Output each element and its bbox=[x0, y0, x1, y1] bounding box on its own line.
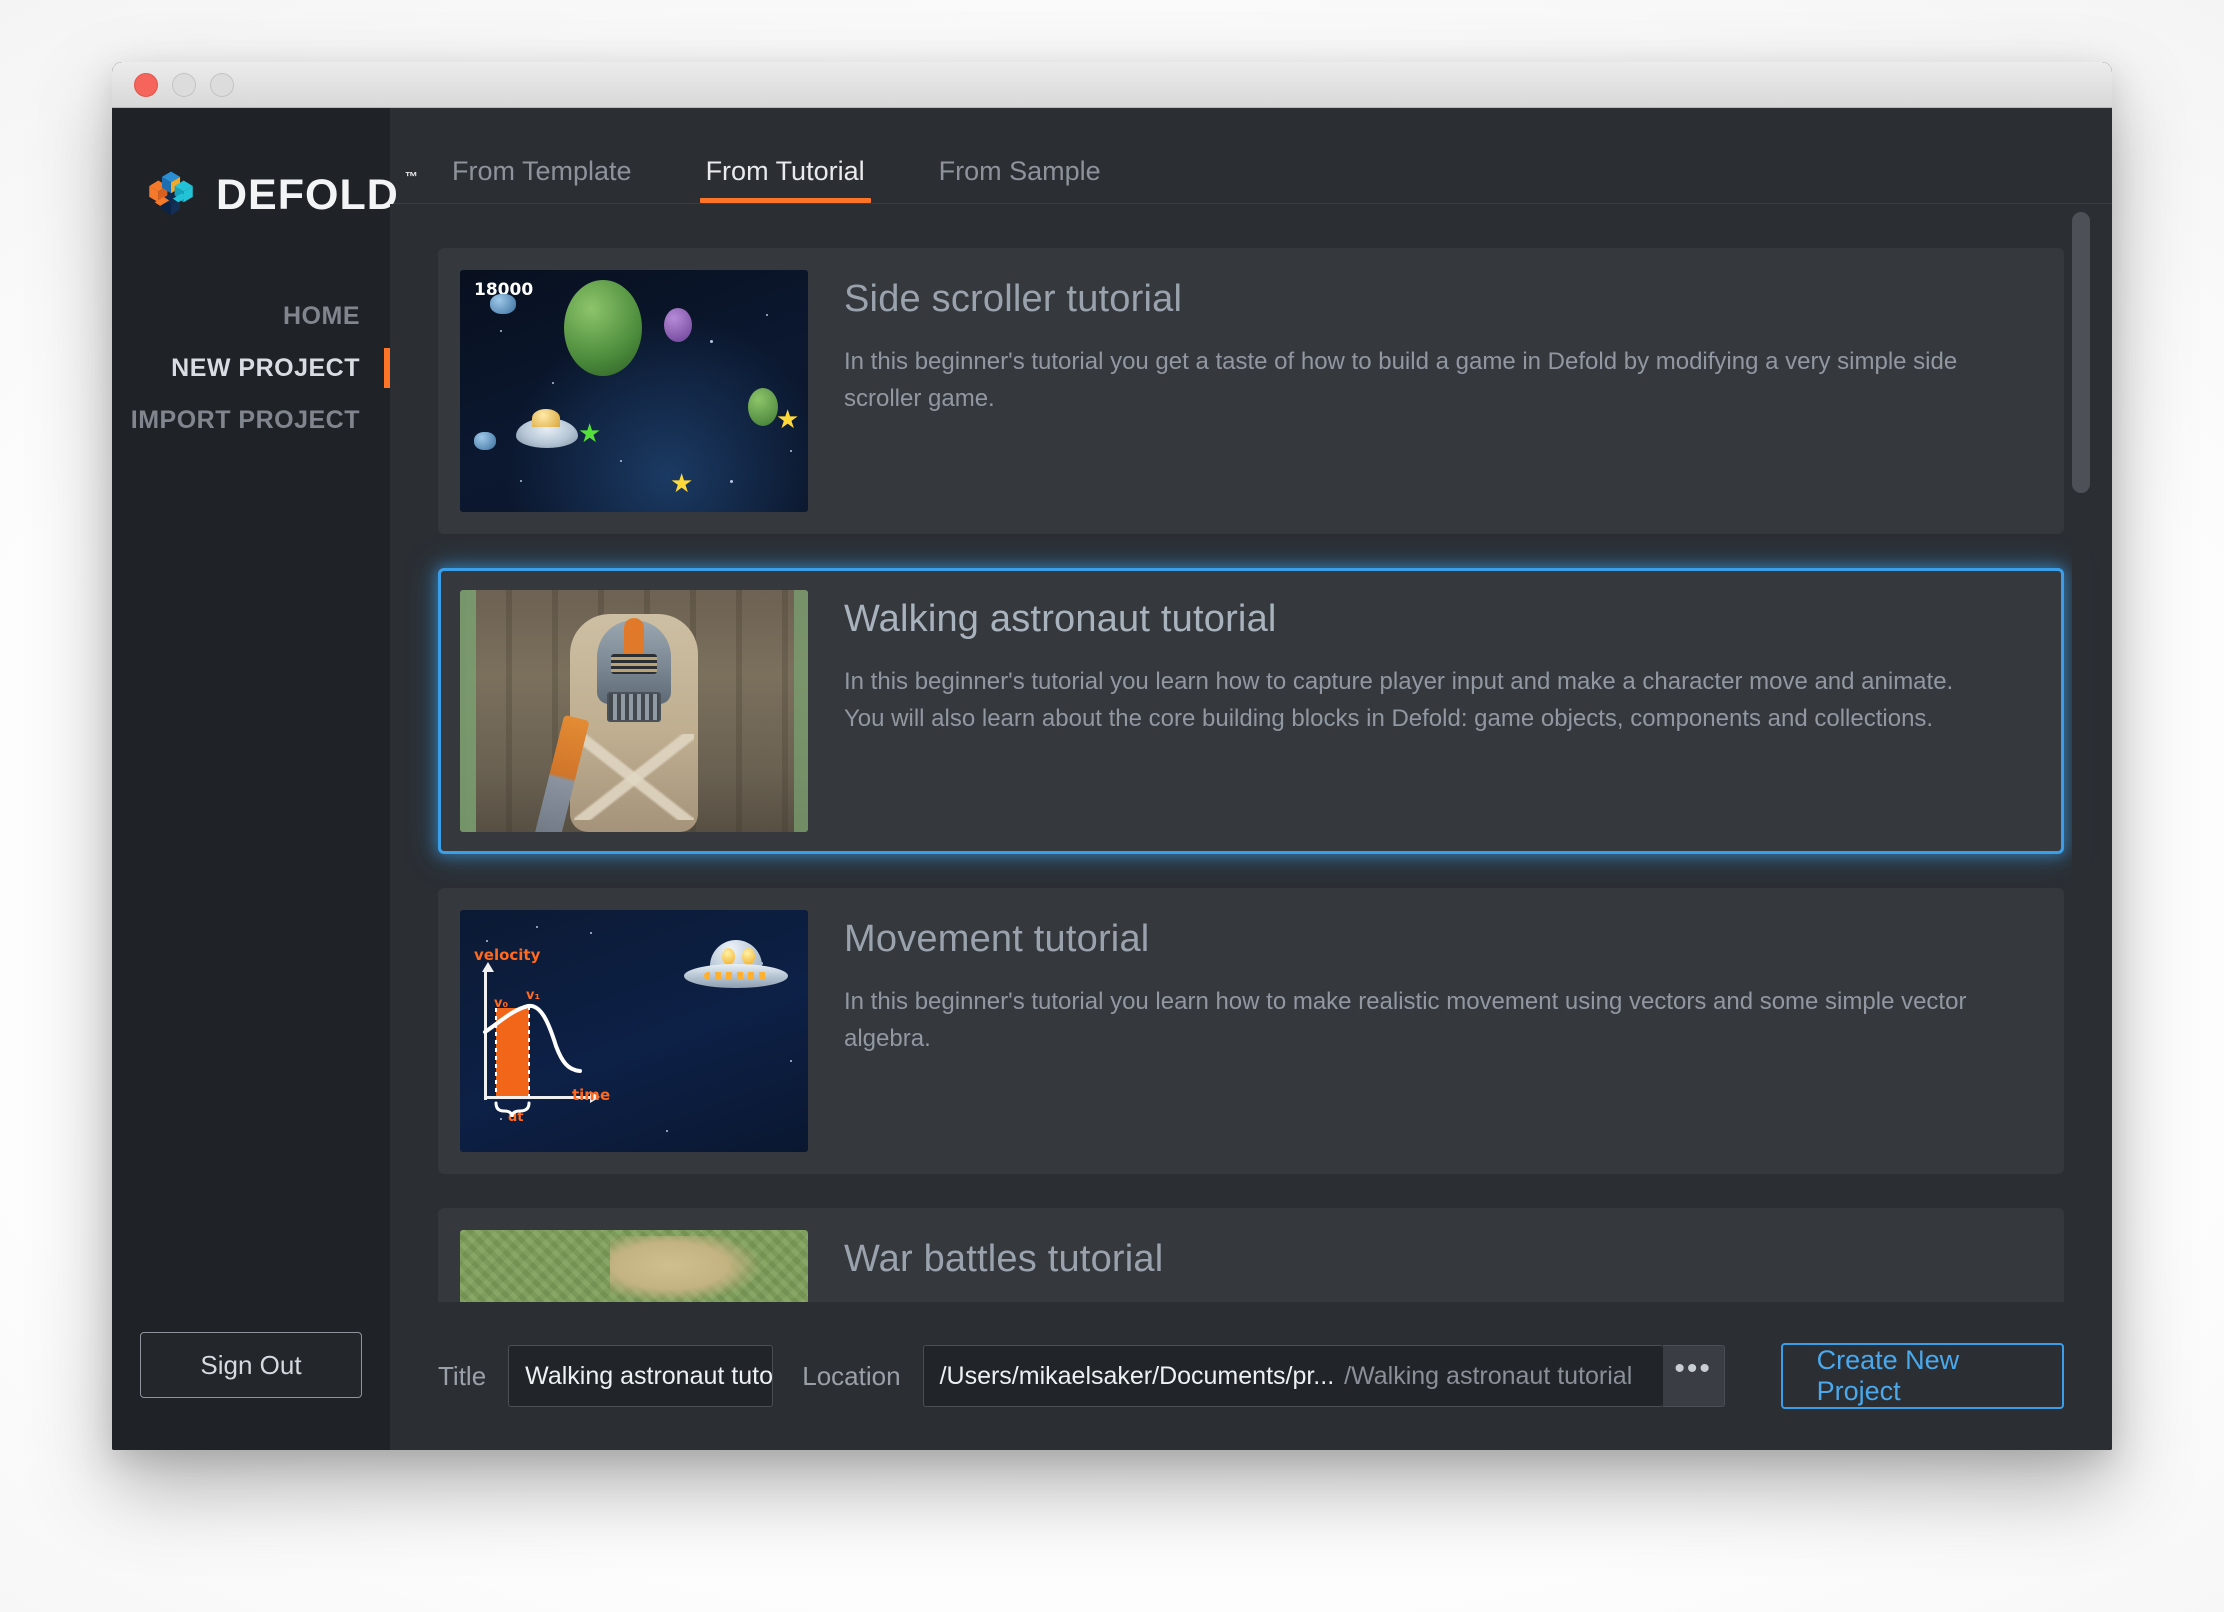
tutorial-list-scroll-area[interactable]: 18000 ★ ★ ★ Side scroller tutorial In th… bbox=[390, 204, 2112, 1302]
ellipsis-icon: ••• bbox=[1674, 1352, 1712, 1385]
location-field-group: /Users/mikaelsaker/Documents/pr... /Walk… bbox=[922, 1345, 1725, 1407]
sign-out-area: Sign Out bbox=[112, 1332, 390, 1450]
tutorial-description: In this beginner's tutorial you get a ta… bbox=[844, 348, 1958, 413]
astronaut-body-icon bbox=[570, 614, 698, 832]
brand-wordmark: DEFOLD ™ bbox=[216, 170, 418, 219]
astronaut-grill-icon bbox=[607, 692, 661, 722]
planet-small-icon bbox=[748, 388, 778, 426]
tutorial-card-side-scroller[interactable]: 18000 ★ ★ ★ Side scroller tutorial In th… bbox=[438, 248, 2064, 534]
tutorial-title: Movement tutorial bbox=[844, 918, 1150, 960]
brand-name: DEFOLD bbox=[216, 170, 399, 219]
tutorial-description: In this beginner's tutorial you learn ho… bbox=[844, 668, 1954, 733]
sidebar-nav: HOME NEW PROJECT IMPORT PROJECT bbox=[112, 290, 390, 446]
window-titlebar bbox=[112, 62, 2112, 108]
title-input-value: Walking astronaut tutor bbox=[525, 1361, 774, 1390]
tutorial-thumbnail: 18000 ★ ★ ★ bbox=[460, 270, 808, 512]
sidebar-item-home[interactable]: HOME bbox=[112, 290, 390, 342]
maximize-window-icon[interactable] bbox=[210, 72, 234, 97]
sidebar-item-label: NEW PROJECT bbox=[171, 353, 360, 382]
location-input[interactable]: /Users/mikaelsaker/Documents/pr... /Walk… bbox=[922, 1345, 1663, 1407]
scrollbar-thumb[interactable] bbox=[2072, 212, 2090, 494]
location-input-value: /Users/mikaelsaker/Documents/pr... bbox=[939, 1361, 1335, 1390]
tab-from-tutorial[interactable]: From Tutorial bbox=[692, 156, 879, 203]
tutorial-description: In this beginner's tutorial you learn ho… bbox=[844, 988, 1967, 1053]
brand-logo: DEFOLD ™ bbox=[112, 108, 418, 224]
tutorial-card-text: War battles tutorial bbox=[808, 1230, 1189, 1302]
project-form-footer: Title Walking astronaut tutor Location /… bbox=[390, 1302, 2112, 1450]
sign-out-button[interactable]: Sign Out bbox=[140, 1332, 362, 1398]
tutorial-card-walking-astronaut[interactable]: Walking astronaut tutorial In this begin… bbox=[438, 568, 2064, 854]
tutorial-card-text: Movement tutorial In this beginner's tut… bbox=[808, 910, 2020, 1152]
create-new-project-label: Create New Project bbox=[1816, 1345, 1960, 1406]
main-panel: From Template From Tutorial From Sample bbox=[390, 108, 2112, 1450]
sidebar-item-new-project[interactable]: NEW PROJECT bbox=[112, 342, 390, 394]
dirt-patch bbox=[610, 1236, 760, 1302]
tab-label: From Template bbox=[452, 156, 632, 186]
trademark-symbol: ™ bbox=[404, 168, 419, 184]
tab-from-template[interactable]: From Template bbox=[438, 156, 646, 203]
tutorial-card-war-battles[interactable]: War battles tutorial bbox=[438, 1208, 2064, 1302]
tutorial-card-movement[interactable]: velocity time v₀ v₁ dt Movement tutorial… bbox=[438, 888, 2064, 1174]
spaceship-icon bbox=[516, 409, 578, 448]
sidebar: DEFOLD ™ HOME NEW PROJECT IMPORT PROJECT bbox=[112, 108, 418, 1450]
sign-out-label: Sign Out bbox=[200, 1349, 302, 1380]
defold-editor-window: DEFOLD ™ HOME NEW PROJECT IMPORT PROJECT bbox=[112, 62, 2112, 1450]
tutorial-title: Side scroller tutorial bbox=[844, 278, 1183, 320]
tab-label: From Tutorial bbox=[705, 156, 865, 186]
sidebar-item-label: IMPORT PROJECT bbox=[130, 405, 360, 434]
sidebar-item-label: HOME bbox=[283, 301, 360, 330]
tutorial-thumbnail: velocity time v₀ v₁ dt bbox=[460, 910, 808, 1152]
tutorial-card-text: Side scroller tutorial In this beginner'… bbox=[808, 270, 2020, 512]
sidebar-item-import-project[interactable]: IMPORT PROJECT bbox=[112, 394, 390, 446]
tab-bar: From Template From Tutorial From Sample bbox=[390, 108, 2112, 204]
title-input[interactable]: Walking astronaut tutor bbox=[508, 1345, 774, 1407]
location-input-suffix: /Walking astronaut tutorial bbox=[1344, 1361, 1633, 1390]
title-field-label: Title bbox=[438, 1360, 487, 1391]
location-field-label: Location bbox=[802, 1360, 901, 1391]
browse-location-button[interactable]: ••• bbox=[1662, 1345, 1725, 1407]
minimize-window-icon[interactable] bbox=[172, 72, 196, 97]
tab-label: From Sample bbox=[938, 156, 1101, 186]
create-new-project-button[interactable]: Create New Project bbox=[1780, 1343, 2064, 1409]
ufo-icon bbox=[684, 938, 788, 994]
tab-from-sample[interactable]: From Sample bbox=[925, 156, 1115, 203]
star-yellow-icon: ★ bbox=[670, 468, 694, 498]
star-yellow-icon: ★ bbox=[776, 404, 800, 434]
asteroid-icon bbox=[474, 432, 496, 450]
tutorial-card-text: Walking astronaut tutorial In this begin… bbox=[808, 590, 2020, 832]
window-body: DEFOLD ™ HOME NEW PROJECT IMPORT PROJECT bbox=[112, 108, 2112, 1450]
tutorial-thumbnail bbox=[460, 1230, 808, 1302]
asteroid-icon bbox=[490, 294, 516, 314]
planet-large-icon bbox=[564, 280, 642, 376]
tutorial-title: War battles tutorial bbox=[844, 1238, 1164, 1280]
tutorial-thumbnail bbox=[460, 590, 808, 832]
tutorial-list: 18000 ★ ★ ★ Side scroller tutorial In th… bbox=[390, 248, 2112, 1302]
planet-purple-icon bbox=[664, 308, 692, 342]
tutorial-title: Walking astronaut tutorial bbox=[844, 598, 1277, 640]
defold-logo-icon bbox=[149, 171, 193, 215]
astronaut-straps-icon bbox=[574, 734, 694, 820]
desktop-background: DEFOLD ™ HOME NEW PROJECT IMPORT PROJECT bbox=[0, 0, 2224, 1612]
close-window-icon[interactable] bbox=[134, 72, 158, 97]
astronaut-visor-icon bbox=[611, 654, 657, 674]
star-green-icon: ★ bbox=[578, 418, 602, 448]
